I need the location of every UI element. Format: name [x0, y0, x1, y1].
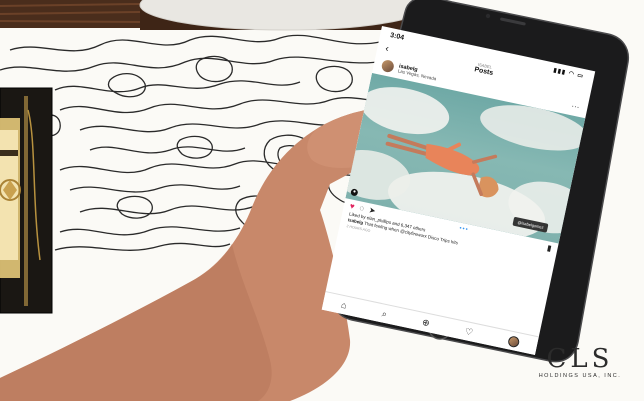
logo-mark: CLS — [546, 344, 614, 374]
product-box — [0, 87, 53, 314]
smartphone — [331, 0, 630, 363]
logo-subtitle: HOLDINGS USA, INC. — [538, 373, 622, 379]
company-logo: CLS HOLDINGS USA, INC. — [530, 346, 630, 379]
photo-scene: 3:04 ▮▮▮ ◠ ▭ ‹ ISABEL Posts isabelg Las … — [0, 0, 644, 401]
scene-background — [0, 0, 630, 401]
home-button[interactable] — [428, 316, 452, 340]
